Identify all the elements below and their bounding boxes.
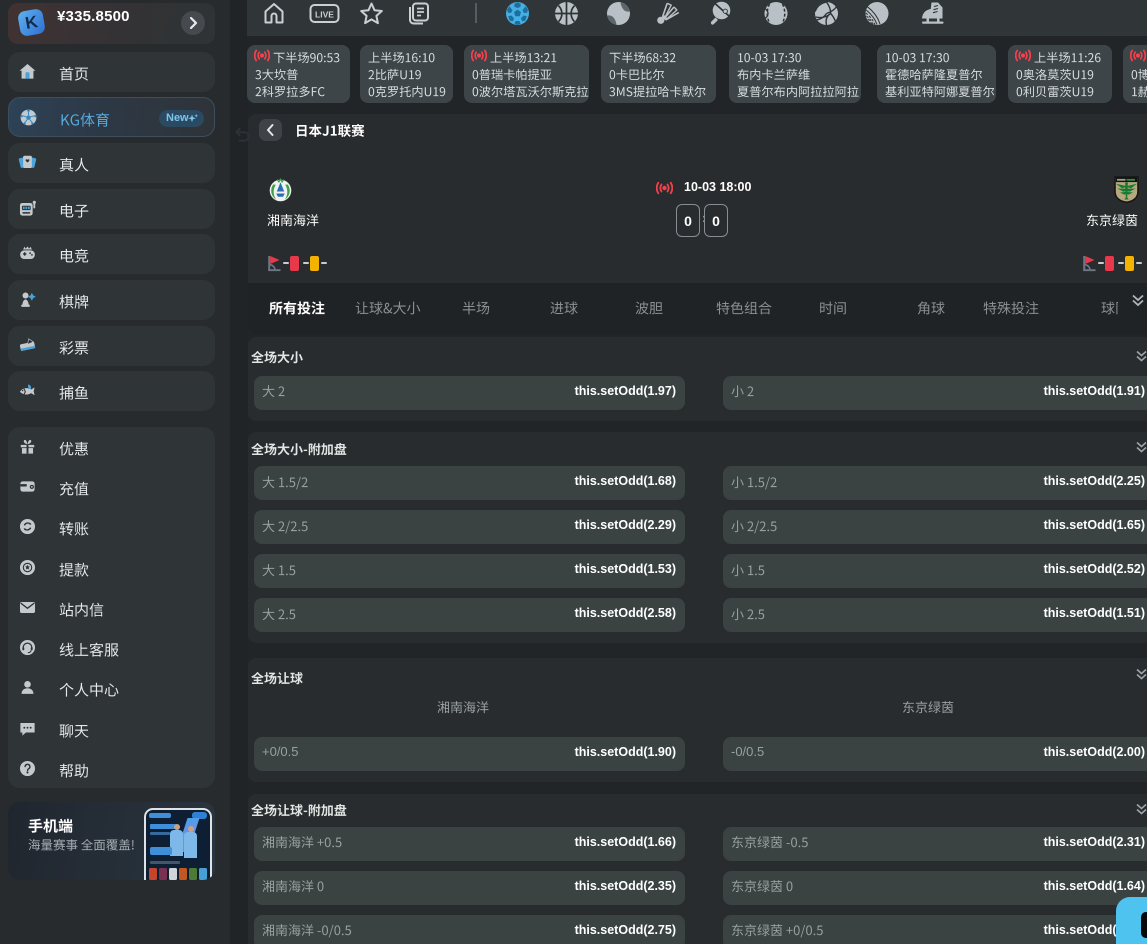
svg-text:LIVE: LIVE <box>315 10 334 20</box>
